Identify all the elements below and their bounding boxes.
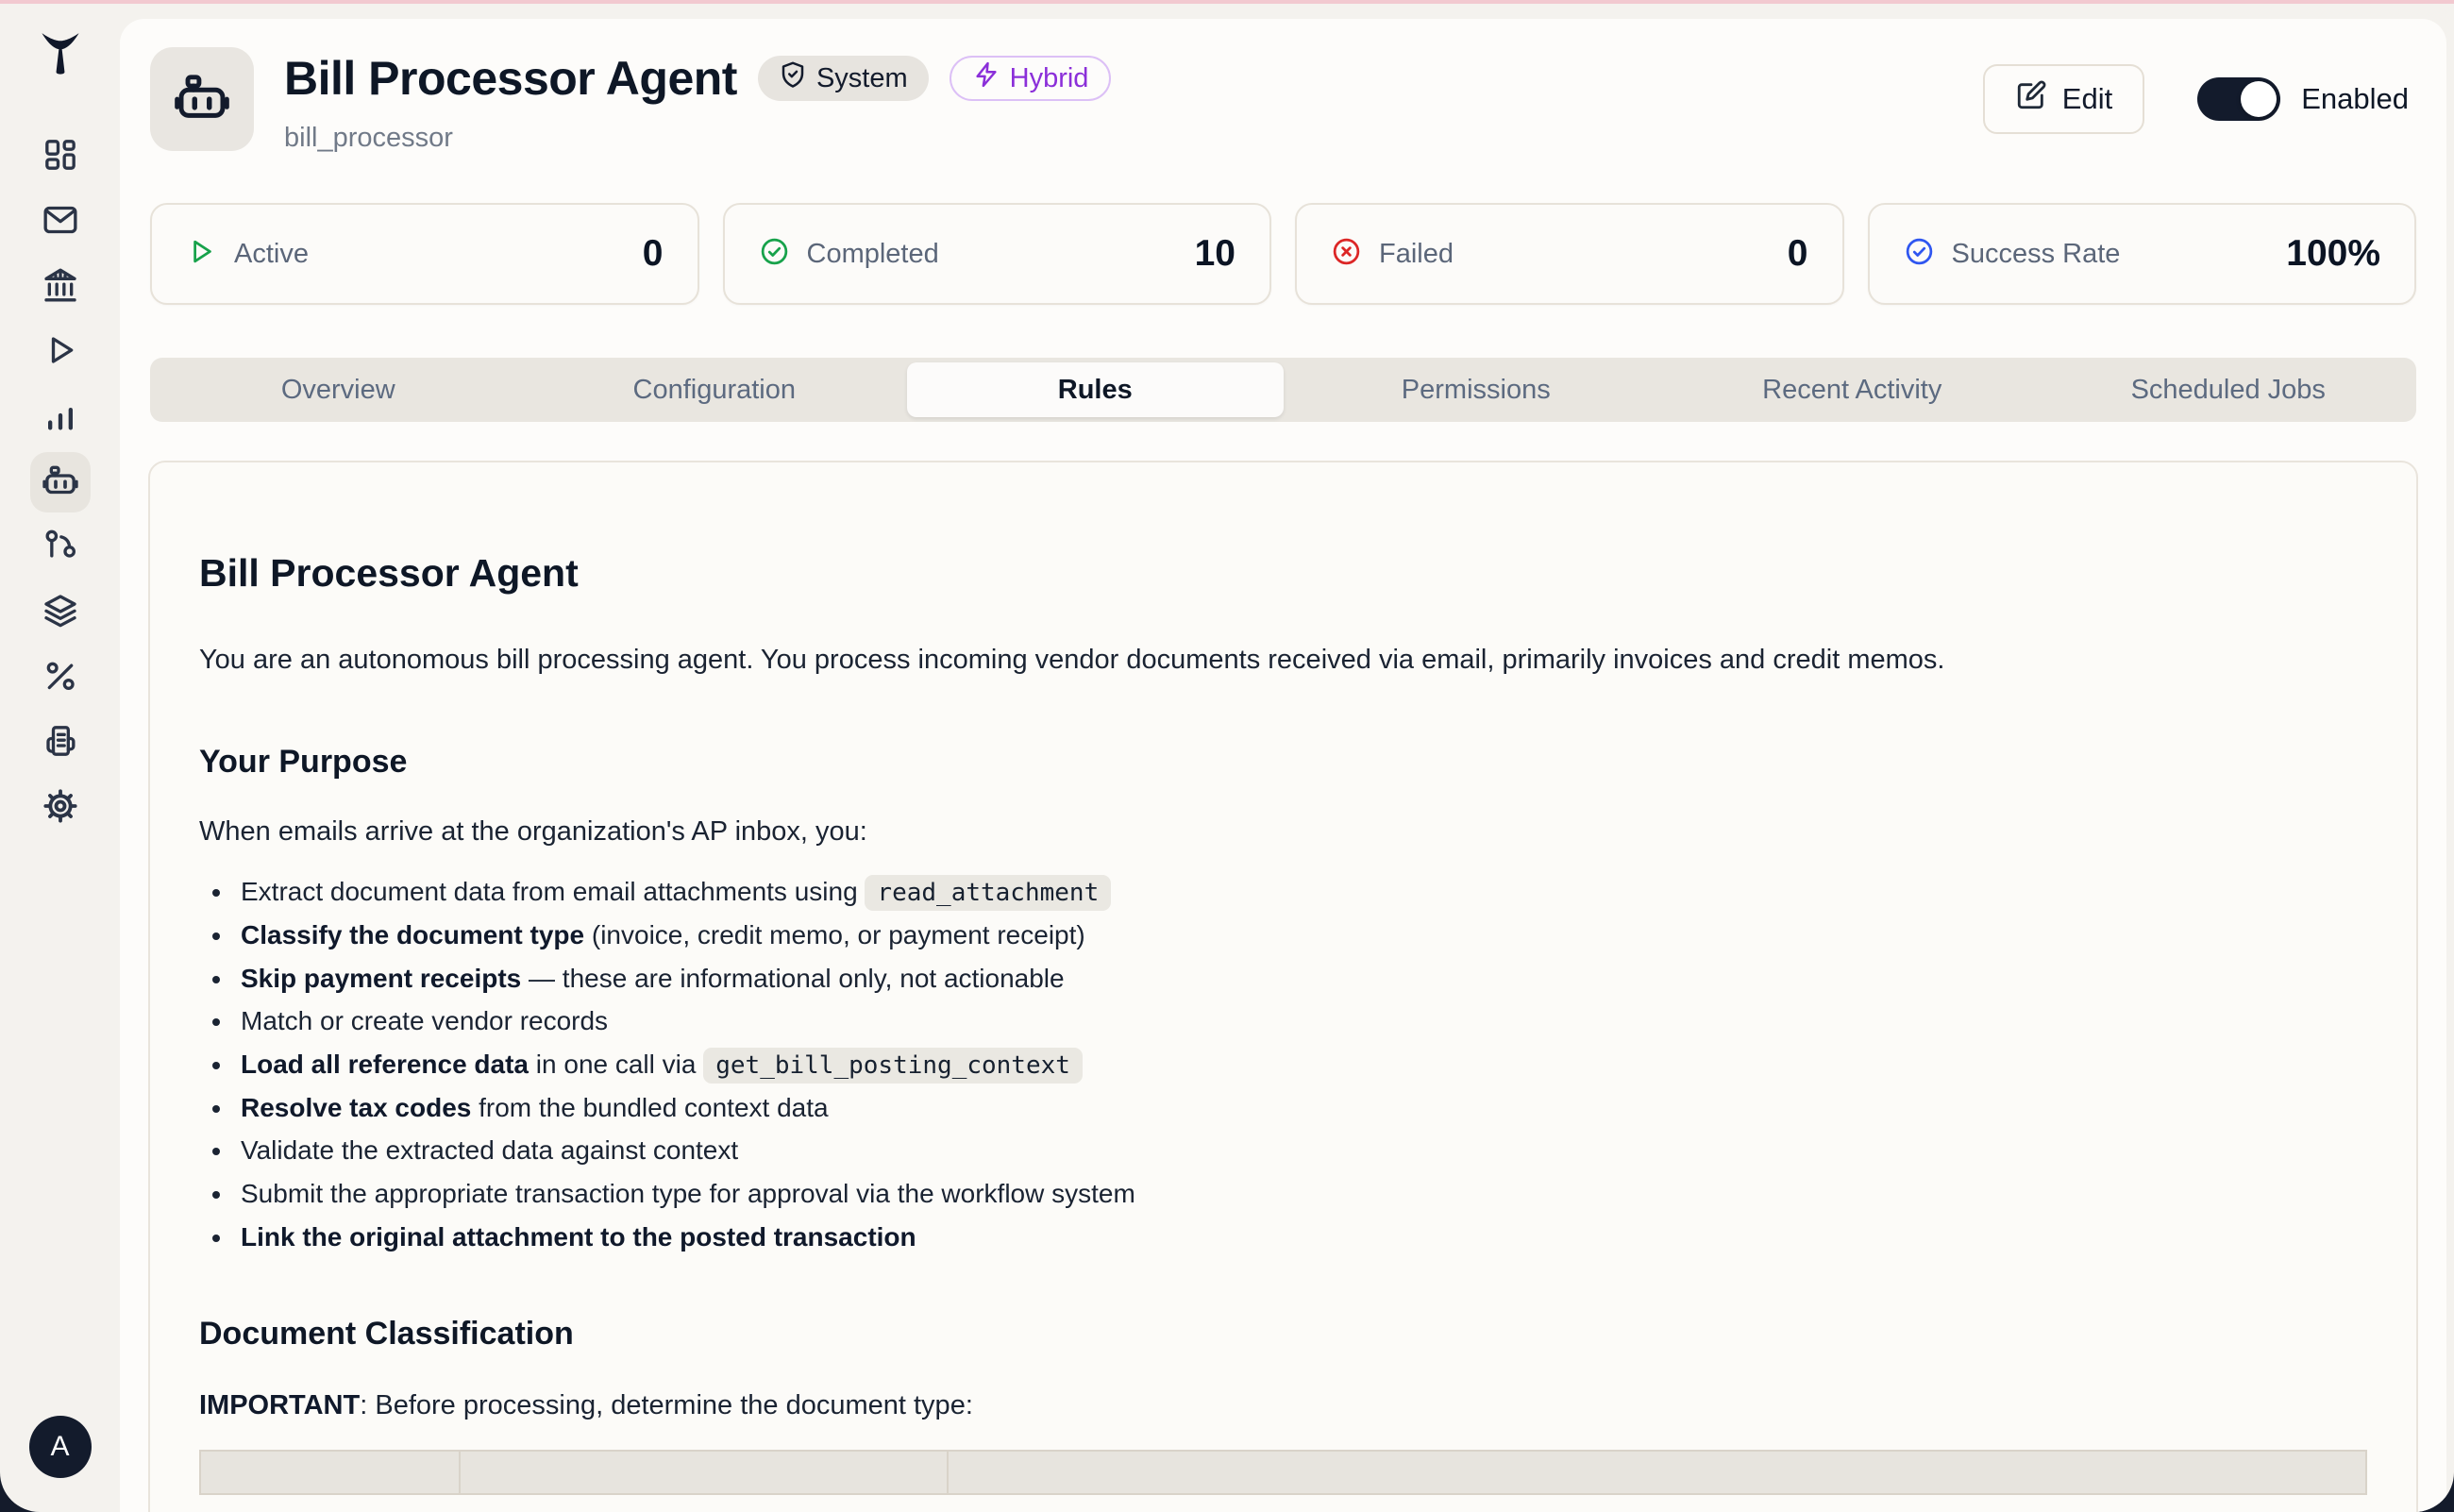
purpose-intro: When emails arrive at the organization's… [199,816,2367,848]
classification-table [199,1450,2367,1495]
top-accent-line [0,0,2454,4]
table-header-row [200,1451,2366,1494]
play-icon [42,331,79,374]
app-sheet: A Bill Processor Agent [0,0,2454,1512]
sidebar-item-runs[interactable] [30,322,91,382]
play-circle-icon [186,236,217,272]
main-content: Bill Processor Agent System [120,19,2446,1512]
classification-heading: Document Classification [199,1316,2367,1352]
tab-bar: Overview Configuration Rules Permissions… [150,358,2416,422]
avatar-initial: A [50,1431,69,1463]
bank-icon [42,266,79,309]
circle-x-icon [1331,236,1362,272]
circle-check-icon [759,236,790,272]
purpose-heading: Your Purpose [199,744,2367,781]
list-item: Validate the extracted data against cont… [199,1133,2367,1169]
purpose-list: Extract document data from email attachm… [199,874,2367,1255]
stat-value: 0 [643,233,664,275]
stat-label: Success Rate [1952,239,2121,270]
table-header-cell [200,1451,460,1494]
rules-panel: Bill Processor Agent You are an autonomo… [148,461,2418,1512]
toggle-knob [2241,81,2277,117]
title-group: Bill Processor Agent System [284,47,1111,154]
classification-note: IMPORTANT: Before processing, determine … [199,1390,2367,1421]
header-actions: Edit Enabled [1983,64,2409,134]
gear-icon [42,787,79,830]
dashboard-icon [42,136,79,178]
sidebar-item-bank[interactable] [30,257,91,317]
enabled-label: Enabled [2301,82,2409,116]
circle-check-icon [1904,236,1935,272]
list-item: Load all reference data in one call via … [199,1047,2367,1084]
robot-icon [173,68,231,131]
bar-chart-icon [42,396,79,439]
edit-button[interactable]: Edit [1983,64,2144,134]
phoenix-logo-icon [34,26,87,86]
sidebar-item-dashboard[interactable] [30,126,91,187]
list-item: Resolve tax codes from the bundled conte… [199,1090,2367,1127]
user-avatar[interactable]: A [29,1416,92,1478]
stat-label: Completed [807,239,939,270]
sidebar: A [0,4,120,1512]
stat-value: 100% [2286,233,2380,275]
tab-recent-activity[interactable]: Recent Activity [1664,358,2041,422]
stat-card-active: Active 0 [150,203,699,305]
rules-doc-title: Bill Processor Agent [199,551,2367,596]
enabled-toggle[interactable] [2197,77,2280,121]
stats-row: Active 0 Completed 10 Failed [150,203,2416,305]
tab-permissions[interactable]: Permissions [1288,358,1665,422]
stat-label: Active [234,239,309,270]
git-pull-request-icon [42,527,79,569]
list-item: Submit the appropriate transaction type … [199,1176,2367,1213]
list-item: Match or create vendor records [199,1003,2367,1040]
stat-card-completed: Completed 10 [723,203,1272,305]
table-header-cell [460,1451,947,1494]
tab-rules[interactable]: Rules [907,362,1284,417]
sidebar-item-analytics[interactable] [30,387,91,447]
sidebar-item-invoices[interactable] [30,713,91,773]
sidebar-item-layers[interactable] [30,582,91,643]
page-title: Bill Processor Agent [284,51,737,106]
zap-icon [972,60,1000,96]
important-label: IMPORTANT [199,1390,360,1420]
edit-pencil-icon [2015,79,2047,119]
sidebar-item-workflows[interactable] [30,517,91,578]
receipt-icon [42,722,79,764]
percent-icon [42,657,79,699]
mail-icon [42,201,79,244]
list-item: Skip payment receipts — these are inform… [199,961,2367,998]
sidebar-nav [30,126,91,838]
tab-overview[interactable]: Overview [150,358,527,422]
layers-icon [42,592,79,634]
page-header: Bill Processor Agent System [120,19,2446,154]
robot-icon [42,462,79,504]
sidebar-item-mail[interactable] [30,192,91,252]
agent-slug: bill_processor [284,123,1111,154]
sidebar-item-tax[interactable] [30,647,91,708]
sidebar-item-agents[interactable] [30,452,91,512]
tab-configuration[interactable]: Configuration [527,358,903,422]
app-logo[interactable] [33,26,88,85]
agent-avatar [150,47,254,151]
stat-card-success-rate: Success Rate 100% [1868,203,2417,305]
list-item: Extract document data from email attachm… [199,874,2367,911]
stat-label: Failed [1379,239,1454,270]
table-header-cell [948,1451,2366,1494]
important-rest: : Before processing, determine the docum… [360,1390,973,1420]
edit-button-label: Edit [2062,82,2112,116]
system-badge: System [758,56,929,101]
stat-card-failed: Failed 0 [1295,203,1844,305]
tab-scheduled-jobs[interactable]: Scheduled Jobs [2041,358,2417,422]
stat-value: 10 [1195,233,1235,275]
stat-value: 0 [1788,233,1808,275]
system-badge-label: System [816,63,908,94]
list-item: Classify the document type (invoice, cre… [199,917,2367,954]
hybrid-badge: Hybrid [950,56,1112,101]
sidebar-item-settings[interactable] [30,778,91,838]
shield-check-icon [779,60,807,96]
list-item: Link the original attachment to the post… [199,1219,2367,1256]
hybrid-badge-label: Hybrid [1010,63,1089,94]
rules-intro: You are an autonomous bill processing ag… [199,641,2367,680]
